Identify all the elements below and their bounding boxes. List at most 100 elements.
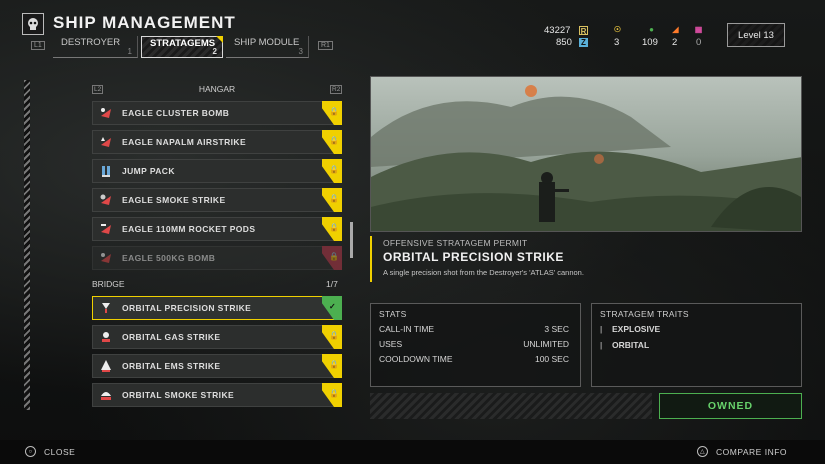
checkmark-icon: ✓ bbox=[329, 302, 336, 311]
stat-row-call-in: CALL-IN TIME 3 SEC bbox=[379, 324, 569, 334]
lock-icon: 🔒 bbox=[329, 194, 339, 203]
list-item-orbital-ems-strike[interactable]: ORBITAL EMS STRIKE 🔒 bbox=[92, 354, 342, 378]
precision-strike-icon bbox=[97, 299, 115, 317]
napalm-icon bbox=[97, 133, 115, 151]
item-label: EAGLE SMOKE STRIKE bbox=[122, 195, 226, 205]
stat-row-uses: USES UNLIMITED bbox=[379, 339, 569, 349]
item-label: EAGLE CLUSTER BOMB bbox=[122, 108, 230, 118]
close-button[interactable]: ○ CLOSE bbox=[25, 446, 75, 457]
lock-icon: 🔒 bbox=[329, 331, 339, 340]
permit-type: OFFENSIVE STRATAGEM PERMIT bbox=[383, 238, 528, 248]
list-item-eagle-110mm-rocket-pods[interactable]: EAGLE 110MM ROCKET PODS 🔒 bbox=[92, 217, 342, 241]
stat-value: UNLIMITED bbox=[523, 339, 569, 349]
stratagem-preview-image bbox=[370, 76, 802, 232]
rocket-pods-icon bbox=[97, 220, 115, 238]
medal-icon: ☉ bbox=[613, 25, 622, 34]
stats-panel: STATS CALL-IN TIME 3 SEC USES UNLIMITED … bbox=[370, 303, 581, 387]
compare-info-button[interactable]: △ COMPARE INFO bbox=[697, 446, 787, 457]
super-samples-value: 0 bbox=[696, 37, 702, 48]
tab-label: STRATAGEMS bbox=[150, 38, 216, 49]
tab-number: 2 bbox=[212, 47, 217, 56]
list-item-jump-pack[interactable]: JUMP PACK 🔒 bbox=[92, 159, 342, 183]
list-item-eagle-napalm-airstrike[interactable]: EAGLE NAPALM AIRSTRIKE 🔒 bbox=[92, 130, 342, 154]
item-label: ORBITAL PRECISION STRIKE bbox=[122, 303, 252, 313]
tab-stratagems[interactable]: STRATAGEMS 2 bbox=[141, 36, 223, 58]
list-frame-stripe bbox=[24, 80, 30, 410]
common-sample-icon: ● bbox=[649, 25, 654, 34]
gas-strike-icon bbox=[97, 328, 115, 346]
tab-number: 3 bbox=[298, 47, 303, 56]
list-item-orbital-gas-strike[interactable]: ORBITAL GAS STRIKE 🔒 bbox=[92, 325, 342, 349]
trait-item: | EXPLOSIVE bbox=[600, 324, 661, 334]
lock-icon: 🔒 bbox=[329, 389, 339, 398]
list-item-eagle-500kg-bomb[interactable]: EAGLE 500KG BOMB 🔒 bbox=[92, 246, 342, 270]
close-label: CLOSE bbox=[44, 446, 76, 457]
stats-header: STATS bbox=[379, 309, 407, 319]
list-item-eagle-cluster-bomb[interactable]: EAGLE CLUSTER BOMB 🔒 bbox=[92, 101, 342, 125]
stratagem-name: ORBITAL PRECISION STRIKE bbox=[383, 250, 564, 264]
super-sample-icon: ▦ bbox=[694, 25, 703, 34]
stat-value: 100 SEC bbox=[534, 354, 569, 364]
stat-label: CALL-IN TIME bbox=[379, 324, 435, 334]
super-credits-icon: Z bbox=[579, 38, 588, 47]
orbital-smoke-icon bbox=[97, 386, 115, 404]
page-title: SHIP MANAGEMENT bbox=[53, 13, 236, 32]
list-item-orbital-smoke-strike[interactable]: ORBITAL SMOKE STRIKE 🔒 bbox=[92, 383, 342, 407]
stat-label: COOLDOWN TIME bbox=[379, 354, 453, 364]
bomb-icon bbox=[97, 249, 115, 267]
rare-sample-icon: ◢ bbox=[672, 25, 679, 34]
item-label: EAGLE 500KG BOMB bbox=[122, 253, 216, 263]
cluster-bomb-icon bbox=[97, 104, 115, 122]
lock-icon: 🔒 bbox=[329, 136, 339, 145]
tab-ship-module[interactable]: SHIP MODULE 3 bbox=[226, 36, 309, 58]
requisition-icon: R bbox=[579, 26, 588, 36]
lock-icon: 🔒 bbox=[329, 223, 339, 232]
item-label: ORBITAL SMOKE STRIKE bbox=[122, 390, 235, 400]
jump-pack-icon bbox=[97, 162, 115, 180]
bridge-owned-count: 1/7 bbox=[326, 279, 338, 289]
traits-panel: STRATAGEM TRAITS | EXPLOSIVE | ORBITAL bbox=[591, 303, 802, 387]
lock-icon: 🔒 bbox=[329, 165, 339, 174]
stat-row-cooldown: COOLDOWN TIME 100 SEC bbox=[379, 354, 569, 364]
list-scrollbar[interactable] bbox=[350, 222, 353, 258]
tab-label: DESTROYER bbox=[61, 37, 121, 48]
lock-icon: 🔒 bbox=[329, 252, 339, 261]
r2-trigger-hint: R2 bbox=[330, 85, 343, 94]
item-label: ORBITAL GAS STRIKE bbox=[122, 332, 221, 342]
stat-value: 3 SEC bbox=[544, 324, 569, 334]
bridge-header: BRIDGE bbox=[92, 279, 125, 289]
level-badge: Level 13 bbox=[727, 23, 785, 47]
tab-label: SHIP MODULE bbox=[234, 37, 300, 48]
stratagem-description: A single precision shot from the Destroy… bbox=[383, 268, 584, 277]
lock-icon: 🔒 bbox=[329, 107, 339, 116]
list-item-orbital-precision-strike[interactable]: ORBITAL PRECISION STRIKE ✓ bbox=[92, 296, 342, 320]
purchase-placeholder bbox=[370, 393, 652, 419]
item-label: JUMP PACK bbox=[122, 166, 175, 176]
l1-trigger-hint: L1 bbox=[31, 41, 45, 50]
list-item-eagle-smoke-strike[interactable]: EAGLE SMOKE STRIKE 🔒 bbox=[92, 188, 342, 212]
circle-button-icon: ○ bbox=[25, 446, 36, 457]
smoke-strike-icon bbox=[97, 191, 115, 209]
item-label: EAGLE NAPALM AIRSTRIKE bbox=[122, 137, 247, 147]
rare-samples-value: 2 bbox=[672, 37, 678, 48]
tab-destroyer[interactable]: DESTROYER 1 bbox=[53, 36, 138, 58]
trait-label: ORBITAL bbox=[612, 340, 650, 350]
traits-header: STRATAGEM TRAITS bbox=[600, 309, 689, 319]
tab-number: 1 bbox=[127, 47, 132, 56]
super-credits-value: 850 bbox=[556, 37, 572, 48]
stat-label: USES bbox=[379, 339, 403, 349]
r1-trigger-hint: R1 bbox=[318, 41, 333, 50]
ems-strike-icon bbox=[97, 357, 115, 375]
common-samples-value: 109 bbox=[642, 37, 658, 48]
compare-label: COMPARE INFO bbox=[716, 446, 788, 457]
trait-label: EXPLOSIVE bbox=[612, 324, 661, 334]
triangle-button-icon: △ bbox=[697, 446, 708, 457]
permit-accent-bar bbox=[370, 236, 372, 282]
requisition-value: 43227 bbox=[544, 25, 571, 36]
item-label: ORBITAL EMS STRIKE bbox=[122, 361, 221, 371]
medals-value: 3 bbox=[614, 37, 620, 48]
item-label: EAGLE 110MM ROCKET PODS bbox=[122, 224, 256, 234]
hangar-header: HANGAR bbox=[198, 84, 236, 94]
owned-button[interactable]: OWNED bbox=[659, 393, 802, 419]
skull-icon bbox=[22, 13, 44, 35]
